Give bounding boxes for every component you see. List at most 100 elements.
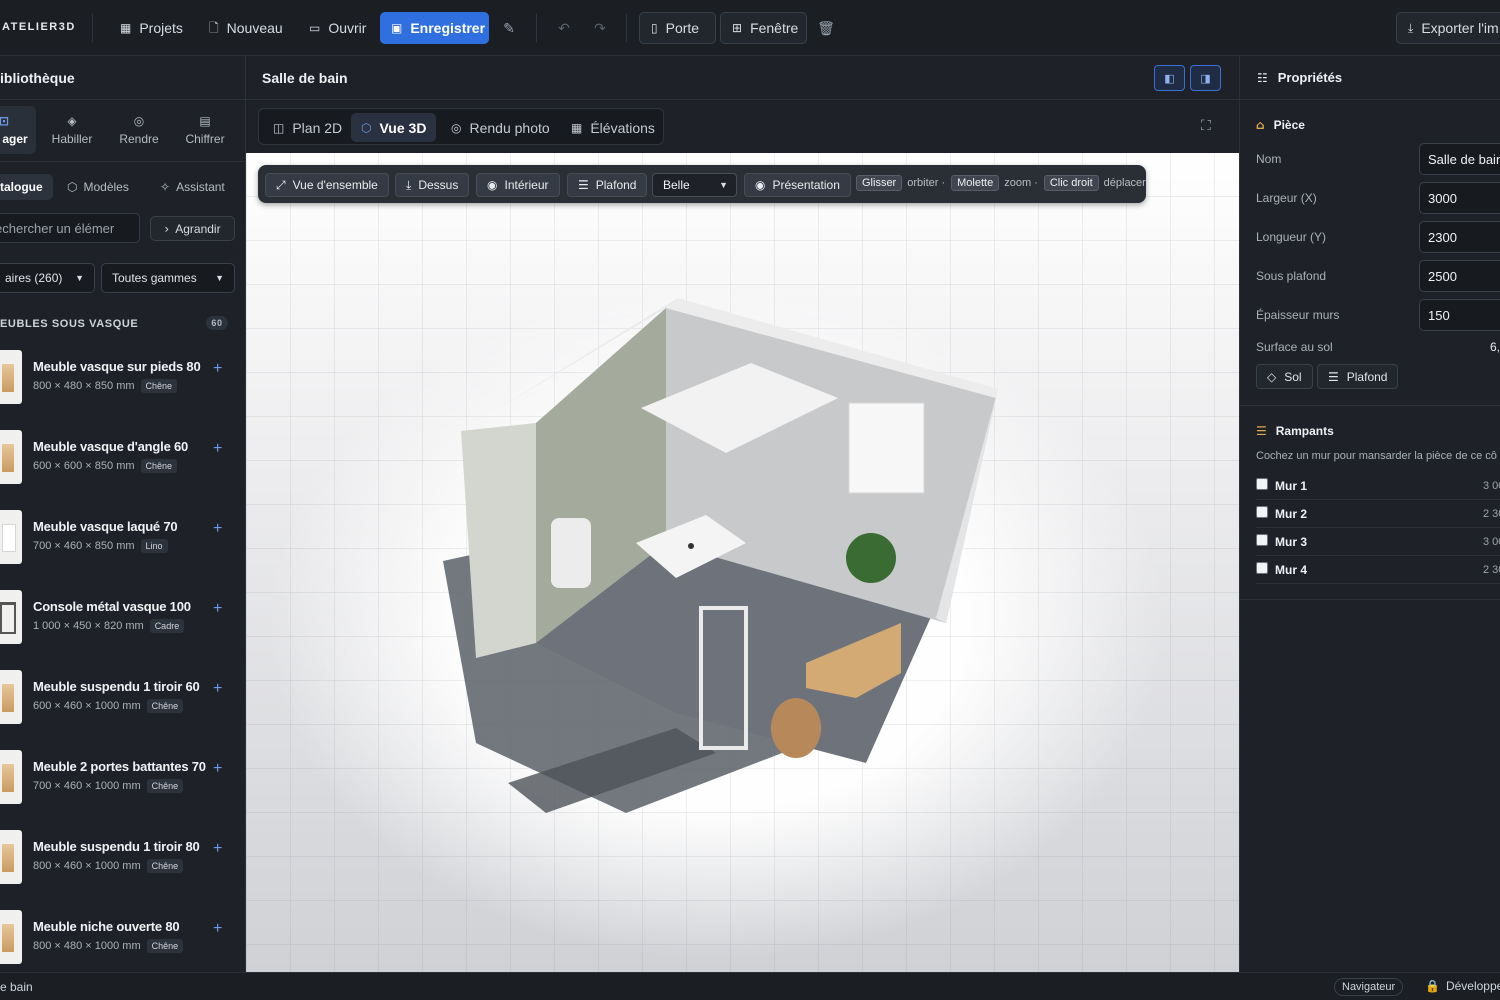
status-room-name: e bain — [0, 980, 33, 994]
add-icon[interactable]: + — [213, 680, 222, 698]
item-dimensions: 600 × 600 × 850 mm Chêne — [33, 459, 178, 473]
3d-viewport[interactable]: ⤢ Vue d'ensemble ⤓ Dessus ◉ Intérieur ☰ … — [246, 153, 1239, 972]
window-icon: ⊞ — [732, 21, 743, 35]
item-name: Meuble suspendu 1 tiroir 60 — [33, 679, 200, 694]
redo-icon[interactable]: ↷ — [586, 12, 614, 44]
tab-vue-3d[interactable]: ⬡ Vue 3D — [351, 113, 437, 142]
add-icon[interactable]: + — [213, 760, 222, 778]
tab-assistant[interactable]: ✧ Assistant — [150, 174, 235, 200]
item-thumbnail — [0, 830, 22, 884]
properties-header: ☷ Propriétés — [1240, 56, 1500, 100]
sparkle-icon: ✧ — [160, 180, 171, 194]
mode-habiller[interactable]: ◈ Habiller — [40, 106, 104, 154]
nouveau-button[interactable]: 🗋 Nouveau — [198, 12, 294, 44]
porte-button[interactable]: ▯ Porte — [639, 12, 716, 44]
export-image-button[interactable]: ⤓ Exporter l'im — [1396, 12, 1500, 44]
agrandir-button[interactable]: › Agrandir — [150, 216, 235, 241]
tab-modeles[interactable]: ⬡ Modèles — [57, 174, 139, 200]
lock-icon: 🔒 — [1425, 979, 1440, 993]
tab-rendu-photo[interactable]: ◎ Rendu photo — [441, 113, 560, 142]
laundry-basket — [771, 698, 821, 758]
folder-icon: ▭ — [309, 21, 321, 35]
add-icon[interactable]: + — [213, 360, 222, 378]
view-bar: ◫ Plan 2D ⬡ Vue 3D ◎ Rendu photo ▦ Éléva… — [246, 100, 1239, 153]
tab-elevations[interactable]: ▦ Élévations — [561, 113, 665, 142]
navigateur-badge[interactable]: Navigateur — [1334, 978, 1404, 996]
plan-icon: ◫ — [273, 120, 285, 135]
item-thumbnail — [0, 670, 22, 724]
undo-icon[interactable]: ↶ — [550, 12, 578, 44]
tab-plan-2d[interactable]: ◫ Plan 2D — [263, 113, 352, 142]
home-icon: ⌂ — [1256, 118, 1265, 132]
mur-checkbox[interactable] — [1256, 533, 1268, 546]
trash-icon[interactable]: 🗑 — [812, 12, 840, 44]
list-item[interactable]: Meuble suspendu 1 tiroir 80 800 × 460 × 1… — [0, 822, 246, 902]
add-icon[interactable]: + — [213, 840, 222, 858]
chevron-down-icon: ▼ — [719, 180, 728, 190]
presentation-button[interactable]: ◉ Présentation — [744, 173, 851, 197]
mur-checkbox[interactable] — [1256, 561, 1268, 574]
nom-input[interactable]: Salle de bain — [1419, 143, 1500, 175]
add-icon[interactable]: + — [213, 600, 222, 618]
item-dimensions: 800 × 480 × 1000 mm Chêne — [33, 939, 184, 953]
plafond-prop-button[interactable]: ☰ Plafond — [1317, 364, 1399, 389]
list-item[interactable]: Meuble vasque laqué 70 700 × 460 × 850 mm… — [0, 502, 246, 582]
tab-catalogue[interactable]: talogue — [0, 174, 53, 200]
largeur-input[interactable]: 3000 — [1419, 182, 1500, 214]
ouvrir-button[interactable]: ▭ Ouvrir — [298, 12, 377, 44]
toggle-left-panel-icon[interactable]: ◧ — [1154, 65, 1185, 91]
dessus-button[interactable]: ⤓ Dessus — [395, 173, 470, 197]
mode-rendre[interactable]: ◎ Rendre — [107, 106, 171, 154]
projets-button[interactable]: ▦ Projets — [109, 12, 194, 44]
section-divider — [1240, 599, 1500, 600]
range-filter-select[interactable]: Toutes gammes ▼ — [101, 263, 235, 293]
item-dimensions: 700 × 460 × 850 mm Lino — [33, 539, 168, 553]
mode-amenager[interactable]: ⊡ ager — [0, 106, 36, 154]
fenetre-button[interactable]: ⊞ Fenêtre — [720, 12, 807, 44]
list-item[interactable]: Meuble niche ouverte 80 800 × 480 × 1000 … — [0, 902, 246, 982]
plafond-button[interactable]: ☰ Plafond — [567, 173, 648, 197]
enregistrer-button[interactable]: ▣ Enregistrer — [380, 12, 489, 44]
list-item[interactable]: Meuble vasque sur pieds 80 800 × 480 × 85… — [0, 342, 246, 422]
save-as-icon[interactable]: ✎ — [495, 12, 523, 44]
mode-chiffrer[interactable]: ▤ Chiffrer — [173, 106, 237, 154]
mur-row[interactable]: Mur 3 3 00 — [1256, 528, 1500, 556]
list-item[interactable]: Meuble suspendu 1 tiroir 60 600 × 460 × 1… — [0, 662, 246, 742]
list-item[interactable]: Console métal vasque 100 1 000 × 450 × 82… — [0, 582, 246, 662]
category-count-badge: 60 — [206, 316, 228, 330]
sous-plafond-input[interactable]: 2500 — [1419, 260, 1500, 292]
mur-row[interactable]: Mur 2 2 30 — [1256, 500, 1500, 528]
sol-button[interactable]: ◇ Sol — [1256, 364, 1313, 389]
epaisseur-murs-input[interactable]: 150 — [1419, 299, 1500, 331]
list-item[interactable]: Meuble vasque d'angle 60 600 × 600 × 850 … — [0, 422, 246, 502]
item-dimensions: 800 × 460 × 1000 mm Chêne — [33, 859, 184, 873]
focus-icon[interactable]: ⛶ — [1201, 117, 1211, 134]
plant — [846, 533, 896, 583]
category-filter-select[interactable]: aires (260) ▼ — [0, 263, 95, 293]
add-icon[interactable]: + — [213, 520, 222, 538]
add-icon[interactable]: + — [213, 440, 222, 458]
eye-icon: ◉ — [755, 178, 766, 192]
search-input[interactable]: echercher un élémer — [0, 213, 140, 243]
item-thumbnail — [0, 590, 22, 644]
vue-ensemble-button[interactable]: ⤢ Vue d'ensemble — [265, 173, 389, 197]
item-dimensions: 600 × 460 × 1000 mm Chêne — [33, 699, 184, 713]
item-material-tag: Chêne — [146, 939, 184, 953]
brand-logo: ATELIER3D — [2, 21, 76, 33]
category-header[interactable]: EUBLES SOUS VASQUE 60 — [0, 314, 246, 334]
developpeur-toggle[interactable]: 🔒 Développe — [1425, 979, 1500, 993]
shower-drain — [688, 543, 694, 549]
list-item[interactable]: Meuble 2 portes battantes 70 700 × 460 × … — [0, 742, 246, 822]
mur-row[interactable]: Mur 1 3 00 — [1256, 472, 1500, 500]
interieur-button[interactable]: ◉ Intérieur — [476, 173, 560, 197]
mur-checkbox[interactable] — [1256, 477, 1268, 490]
quality-select[interactable]: Belle ▼ — [652, 173, 737, 197]
toolbar-divider — [92, 14, 93, 42]
toggle-right-panel-icon[interactable]: ◨ — [1190, 65, 1221, 91]
layout-icon: ⊡ — [0, 113, 10, 128]
mur-row[interactable]: Mur 4 2 30 — [1256, 556, 1500, 584]
item-thumbnail — [0, 750, 22, 804]
mur-checkbox[interactable] — [1256, 505, 1268, 518]
longueur-input[interactable]: 2300 — [1419, 221, 1500, 253]
add-icon[interactable]: + — [213, 920, 222, 938]
